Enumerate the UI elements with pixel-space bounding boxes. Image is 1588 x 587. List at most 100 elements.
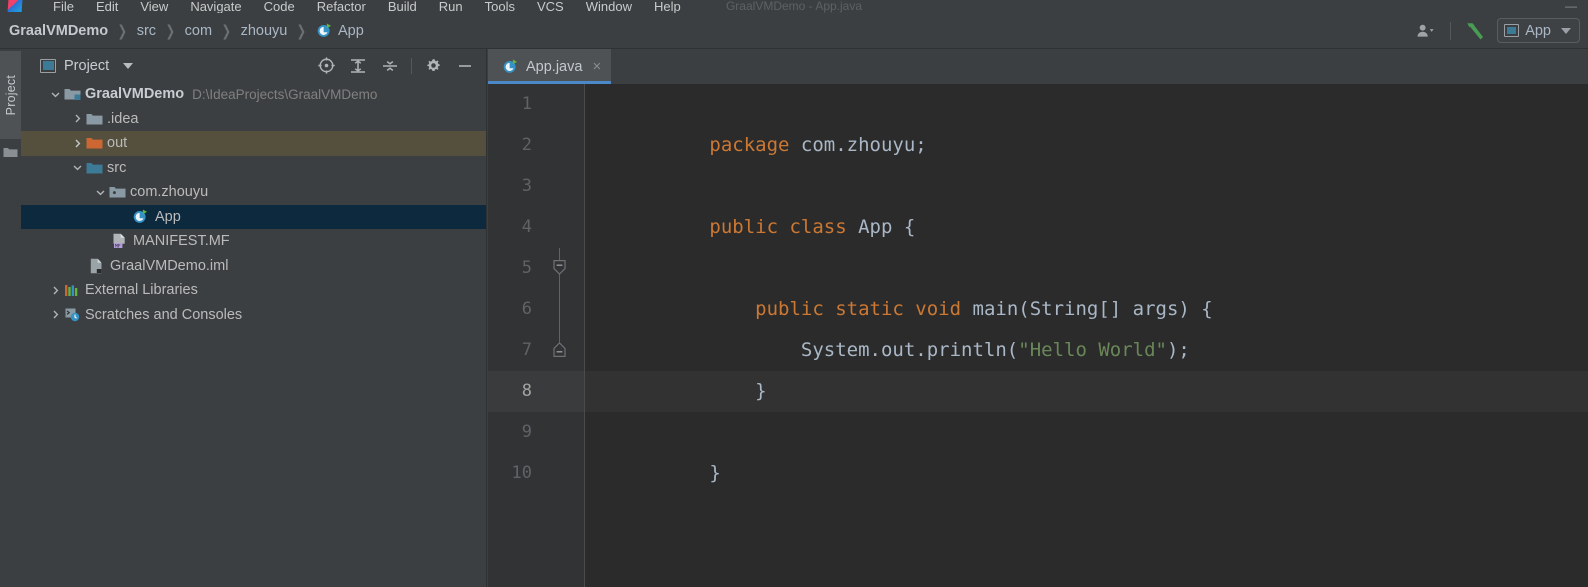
tree-row-label: com.zhouyu (130, 184, 209, 201)
breadcrumb-label: zhouyu (240, 22, 288, 39)
close-icon[interactable]: × (592, 59, 601, 74)
project-tree[interactable]: GraalVMDemo D:\IdeaProjects\GraalVMDemo … (21, 82, 487, 587)
menu-tools[interactable]: Tools (474, 0, 526, 13)
collapse-all-icon[interactable] (374, 53, 406, 79)
tree-row-label: MANIFEST.MF (133, 233, 230, 250)
project-panel-title: Project (64, 57, 110, 74)
editor-gutter[interactable]: 1 2 3 4 5 6 7 8 9 10 (488, 84, 585, 587)
tree-row-scratches[interactable]: Scratches and Consoles (21, 303, 487, 328)
chevron-right-icon[interactable] (47, 282, 63, 298)
scratches-icon (63, 307, 81, 323)
chevron-right-icon[interactable] (47, 307, 63, 323)
tree-row-label: src (107, 159, 127, 176)
menu-navigate[interactable]: Navigate (179, 0, 252, 13)
select-opened-file-icon[interactable] (310, 53, 342, 79)
person-icon[interactable] (1410, 20, 1440, 42)
hide-panel-icon[interactable] (449, 53, 481, 79)
tree-row-graalvmdemo[interactable]: GraalVMDemo D:\IdeaProjects\GraalVMDemo (21, 82, 487, 107)
menu-run-label: Run (438, 0, 463, 13)
divider (411, 57, 412, 74)
menu-vcs-label: VCS (536, 0, 564, 13)
expand-all-icon[interactable] (342, 53, 374, 79)
menu-refactor[interactable]: Refactor (306, 0, 377, 13)
breadcrumb-separator-icon: ❯ (296, 21, 307, 40)
menu-vcs[interactable]: VCS (526, 0, 575, 13)
tree-row-manifest[interactable]: MF MANIFEST.MF (21, 229, 487, 254)
menu-view[interactable]: View (129, 0, 179, 13)
code-text-area[interactable]: package com.zhouyu; public class App { p… (585, 84, 1588, 587)
menu-window[interactable]: Window (575, 0, 643, 13)
fold-end-icon[interactable] (553, 342, 566, 357)
menu-help[interactable]: Help (643, 0, 692, 13)
project-panel-title-group[interactable]: Project (40, 57, 134, 74)
tree-row-label: GraalVMDemo.iml (110, 257, 229, 274)
breadcrumb-item-zhouyu[interactable]: zhouyu (241, 23, 288, 39)
tree-row-label: .idea (107, 110, 139, 127)
gear-icon[interactable] (417, 53, 449, 79)
tree-row-external-libraries[interactable]: External Libraries (21, 278, 487, 303)
line-number: 10 (511, 463, 532, 483)
chevron-down-icon (1561, 27, 1571, 34)
menu-bar: File Edit View Navigate Code Refactor Bu… (0, 0, 1588, 13)
tree-row-label: External Libraries (85, 282, 198, 299)
menu-build[interactable]: Build (377, 0, 428, 13)
chevron-down-icon[interactable] (123, 62, 134, 69)
editor-tab-app-java[interactable]: App.java × (488, 49, 613, 84)
menu-code-label: Code (263, 0, 295, 13)
code-line-9: } (585, 412, 1588, 484)
code-editor[interactable]: 1 2 3 4 5 6 7 8 9 10 package com.zhouyu;… (488, 84, 1588, 587)
menu-tools-label: Tools (484, 0, 515, 13)
breadcrumb-item-com[interactable]: com (185, 23, 212, 39)
tree-row-app[interactable]: App (21, 204, 487, 229)
menu-view-label: View (140, 0, 169, 13)
intellij-idea-window: File Edit View Navigate Code Refactor Bu… (0, 0, 1588, 587)
run-config-label: App (1525, 22, 1551, 39)
fold-open-icon[interactable] (553, 260, 566, 275)
java-class-runnable-icon (316, 22, 333, 39)
code-line-5: public static void main(String[] args) { (585, 248, 1588, 320)
chevron-right-icon[interactable] (69, 111, 85, 127)
breadcrumb-label: App (337, 22, 364, 39)
tree-row-iml[interactable]: GraalVMDemo.iml (21, 254, 487, 279)
breadcrumb-item-src[interactable]: src (137, 23, 156, 39)
chevron-down-icon[interactable] (92, 184, 108, 200)
folder-icon (85, 111, 103, 127)
tool-window-button-project[interactable]: Project (0, 51, 21, 139)
line-number: 8 (521, 381, 532, 401)
line-number: 2 (521, 135, 532, 155)
tree-row-label: out (107, 135, 128, 152)
breadcrumb-item-graalvmdemo[interactable]: GraalVMDemo (9, 23, 108, 39)
panel-divider[interactable] (486, 49, 487, 587)
editor-area: App.java × 1 2 3 4 5 6 7 8 9 10 package … (488, 49, 1588, 587)
chevron-down-icon[interactable] (47, 86, 63, 102)
line-number: 3 (521, 176, 532, 196)
chevron-right-icon[interactable] (69, 135, 85, 151)
hammer-icon[interactable] (1461, 19, 1489, 43)
line-number: 6 (521, 299, 532, 319)
tree-row-com-zhouyu[interactable]: com.zhouyu (21, 180, 487, 205)
window-title: GraalVMDemo - App.java (725, 0, 863, 13)
menu-file[interactable]: File (42, 0, 85, 13)
breadcrumb-separator-icon: ❯ (165, 21, 176, 40)
breadcrumb-label: GraalVMDemo (9, 22, 109, 39)
divider (1450, 21, 1452, 40)
chevron-down-icon[interactable] (69, 160, 85, 176)
tree-row-idea[interactable]: .idea (21, 107, 487, 132)
tree-row-out[interactable]: out (21, 131, 487, 156)
code-line-1: package com.zhouyu; (585, 84, 1588, 156)
breadcrumb-item-app[interactable]: App (316, 22, 364, 39)
menu-run[interactable]: Run (428, 0, 474, 13)
project-root-folder-icon (63, 86, 81, 102)
window-controls[interactable]: — (1565, 0, 1584, 13)
menu-items: File Edit View Navigate Code Refactor Bu… (42, 0, 692, 13)
tree-row-src[interactable]: src (21, 156, 487, 181)
menu-code[interactable]: Code (253, 0, 306, 13)
svg-text:MF: MF (115, 244, 121, 250)
menu-edit[interactable]: Edit (85, 0, 129, 13)
tree-row-label: App (155, 208, 181, 225)
run-configuration-selector[interactable]: App (1497, 18, 1580, 43)
code-line-6: System.out.println("Hello World"); (585, 289, 1588, 361)
